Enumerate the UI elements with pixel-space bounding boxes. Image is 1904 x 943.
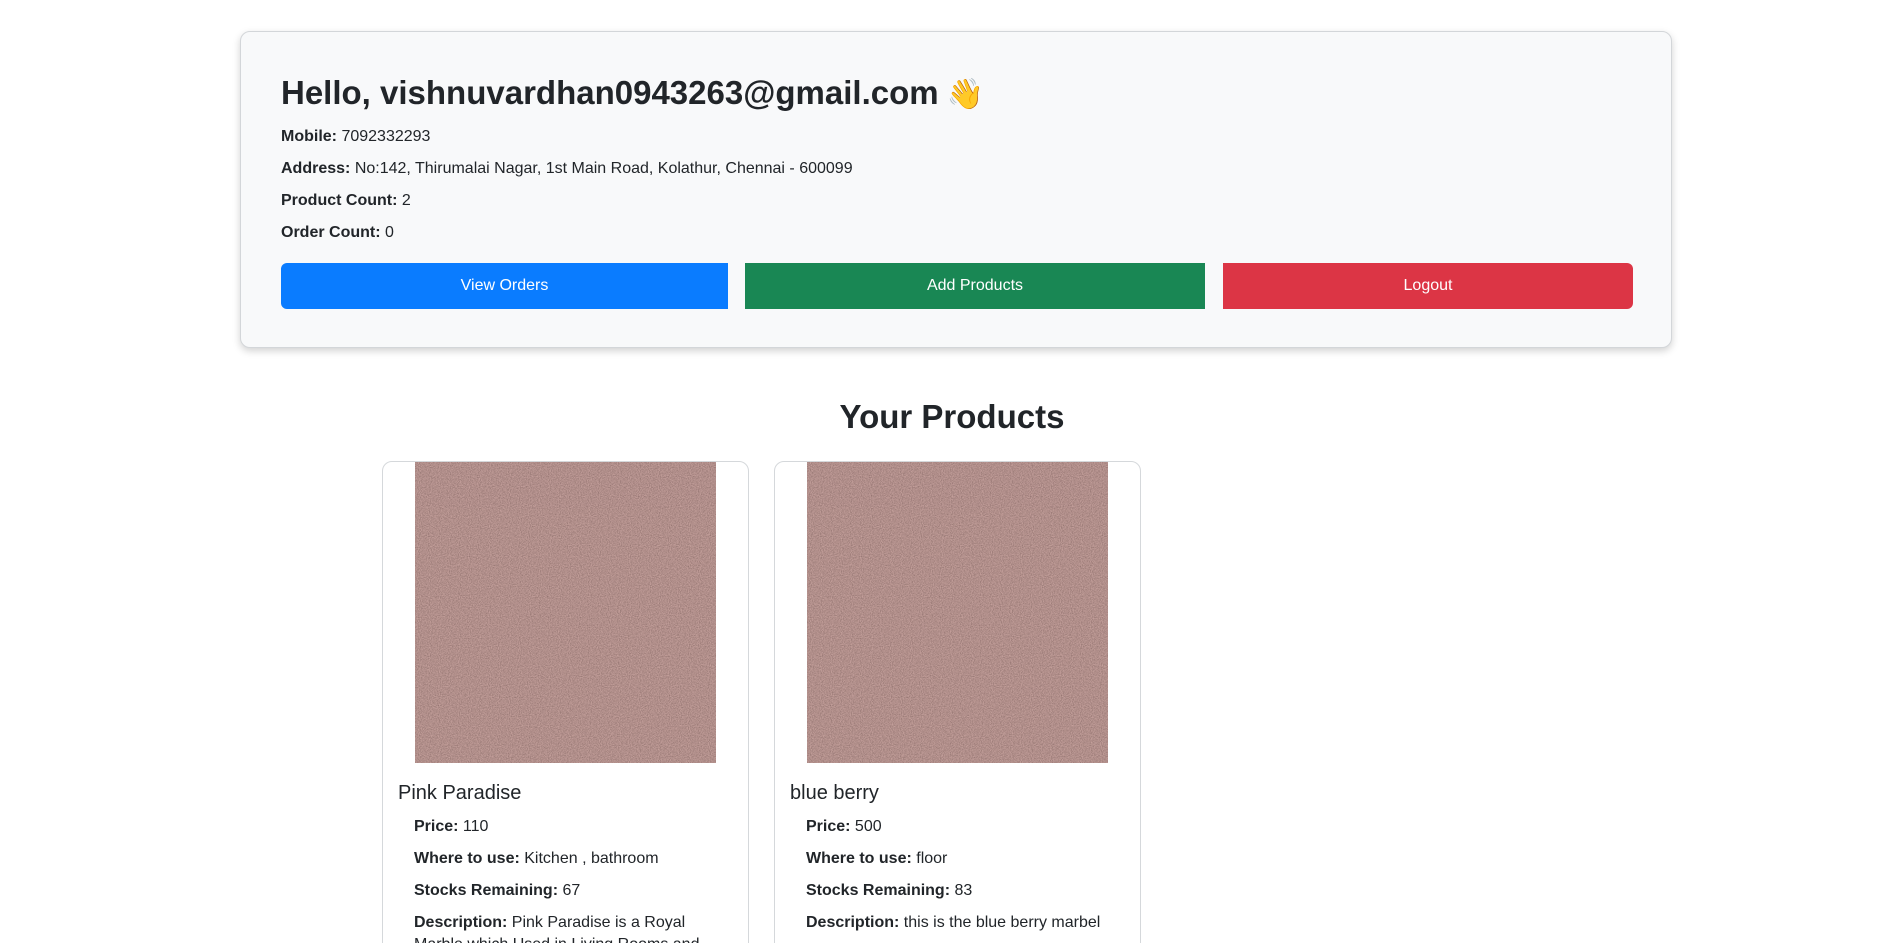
price-value: 110 [462, 818, 489, 835]
product-card: blue berry Price: 500 Where to use: floo… [774, 461, 1141, 943]
usage-value: Kitchen , bathroom [524, 850, 659, 867]
price-label: Price: [806, 818, 851, 835]
stock-label: Stocks Remaining: [414, 882, 559, 899]
add-products-button[interactable]: Add Products [745, 263, 1205, 309]
product-image-marble [415, 462, 716, 763]
product-description: Description: this is the blue berry marb… [806, 912, 1116, 934]
profile-card: Hello, vishnuvardhan0943263@gmail.com 👋 M… [240, 31, 1672, 348]
price-value: 500 [854, 818, 882, 835]
product-image-marble [807, 462, 1108, 763]
mobile-label: Mobile: [281, 128, 337, 145]
logout-button[interactable]: Logout [1223, 263, 1633, 309]
stock-label: Stocks Remaining: [806, 882, 951, 899]
product-usage: Where to use: floor [806, 848, 1116, 870]
address-label: Address: [281, 160, 351, 177]
product-count-label: Product Count: [281, 192, 398, 209]
product-name: blue berry [790, 782, 879, 804]
product-card: Pink Paradise Price: 110 Where to use: K… [382, 461, 749, 943]
product-count-info: Product Count: 2 [281, 192, 1631, 224]
stock-value: 67 [562, 882, 581, 899]
product-stock: Stocks Remaining: 83 [806, 880, 1116, 902]
order-count-label: Order Count: [281, 224, 381, 241]
greeting-heading: Hello, vishnuvardhan0943263@gmail.com 👋 [281, 72, 1631, 120]
description-value: this is the blue berry marbel [903, 914, 1101, 931]
product-stock: Stocks Remaining: 67 [414, 880, 724, 902]
usage-label: Where to use: [806, 850, 912, 867]
description-label: Description: [806, 914, 900, 931]
mobile-info: Mobile: 7092332293 [281, 128, 1631, 160]
product-details: Price: 500 Where to use: floor Stocks Re… [806, 816, 1116, 943]
action-buttons: View Orders Add Products Logout [281, 263, 1633, 309]
greeting-text: Hello, vishnuvardhan0943263@gmail.com [281, 74, 939, 111]
description-label: Description: [414, 914, 508, 931]
page: Hello, vishnuvardhan0943263@gmail.com 👋 M… [0, 0, 1904, 943]
address-value: No:142, Thirumalai Nagar, 1st Main Road,… [354, 160, 853, 177]
order-count-value: 0 [385, 224, 394, 241]
product-price: Price: 110 [414, 816, 724, 838]
address-info: Address: No:142, Thirumalai Nagar, 1st M… [281, 160, 1631, 192]
products-section-title: Your Products [839, 398, 1065, 435]
mobile-value: 7092332293 [341, 128, 431, 145]
stock-value: 83 [954, 882, 973, 899]
usage-label: Where to use: [414, 850, 520, 867]
product-description: Description: Pink Paradise is a Royal Ma… [414, 912, 724, 943]
product-count-value: 2 [401, 192, 411, 209]
wave-emoji-icon: 👋 [946, 78, 984, 111]
view-orders-button[interactable]: View Orders [281, 263, 728, 309]
product-details: Price: 110 Where to use: Kitchen , bathr… [414, 816, 724, 943]
price-label: Price: [414, 818, 459, 835]
product-price: Price: 500 [806, 816, 1116, 838]
product-name: Pink Paradise [398, 782, 522, 804]
usage-value: floor [916, 850, 948, 867]
product-usage: Where to use: Kitchen , bathroom [414, 848, 724, 870]
order-count-info: Order Count: 0 [281, 224, 1631, 256]
